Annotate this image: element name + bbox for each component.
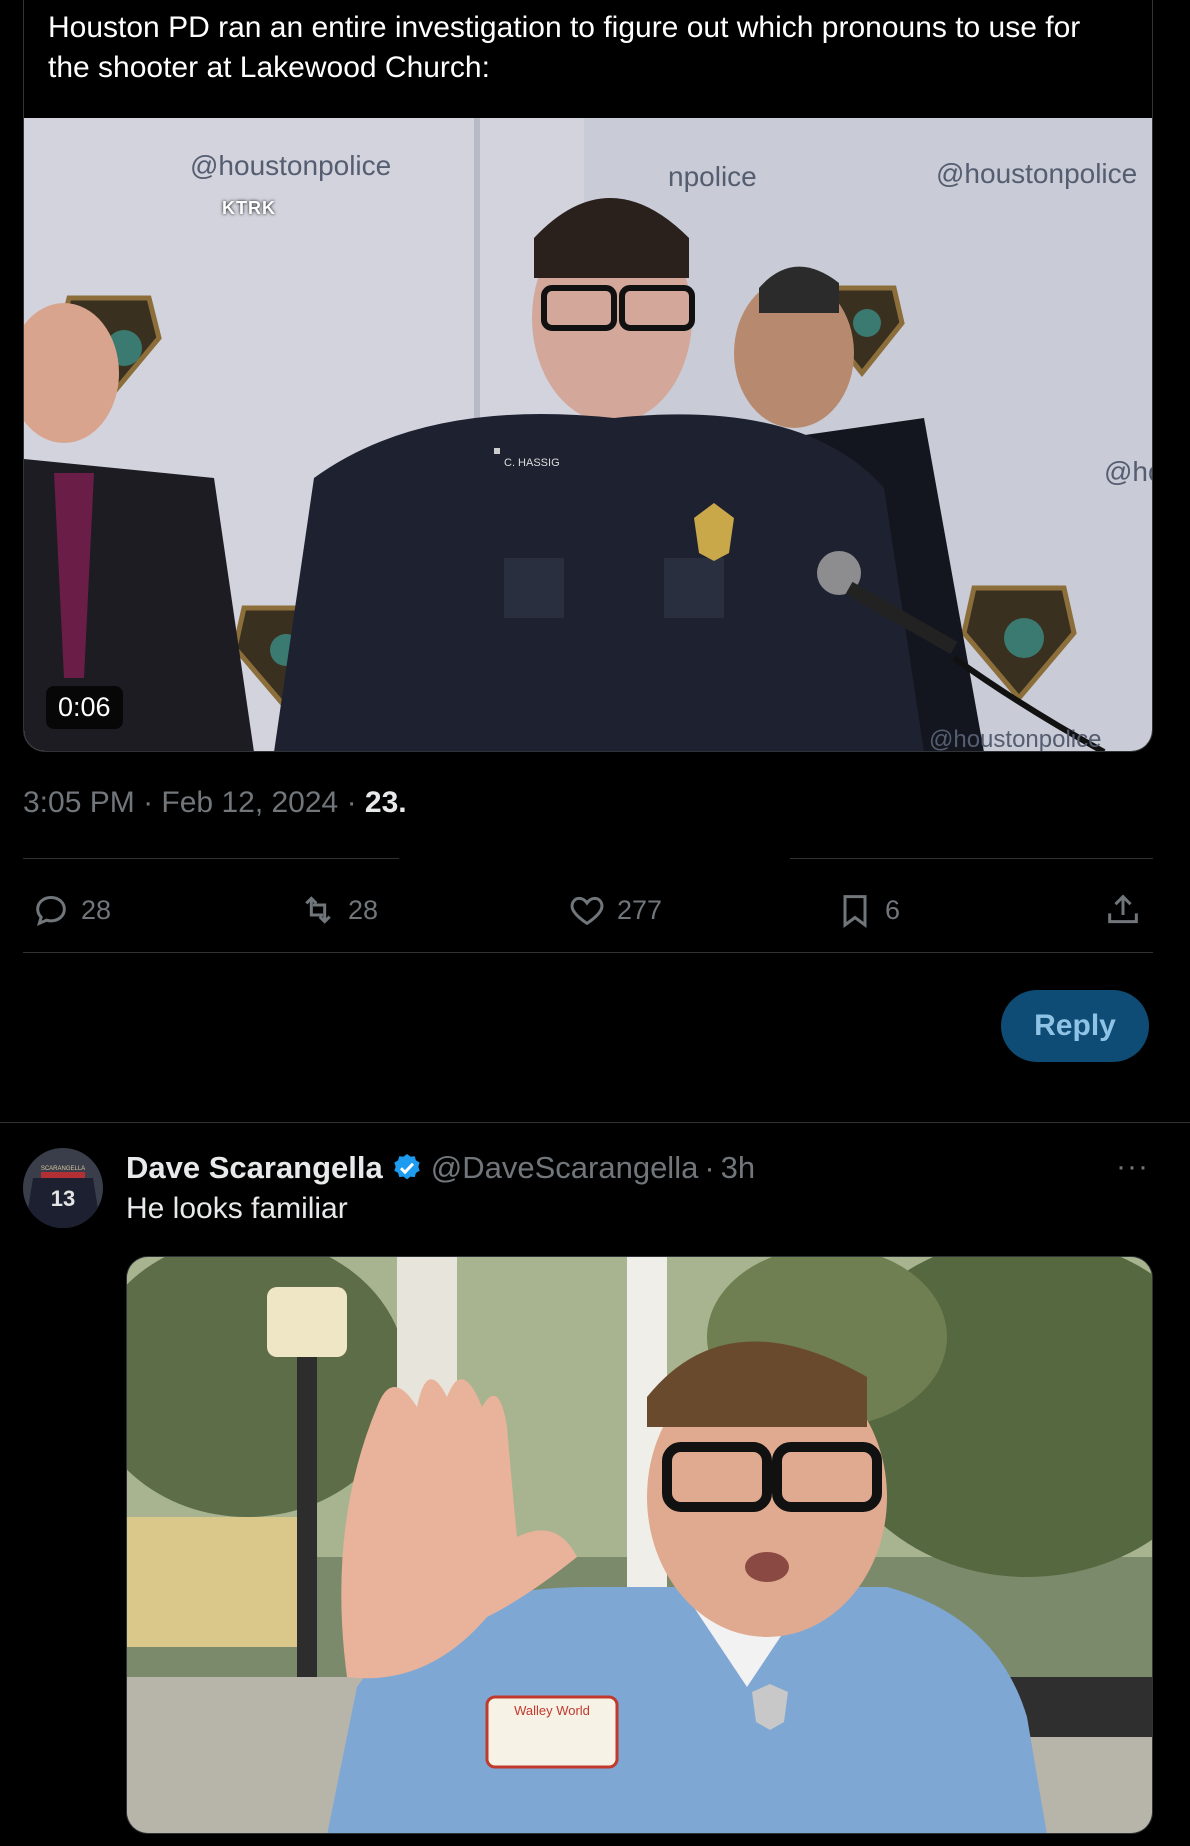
author-handle[interactable]: @DaveScarangella <box>431 1150 699 1186</box>
like-count: 277 <box>617 894 663 925</box>
walley-world-patch: Walley World <box>514 1703 590 1718</box>
quoted-tweet-text: Houston PD ran an entire investigation t… <box>23 0 1153 118</box>
like-action[interactable]: 277 <box>567 880 662 940</box>
reply-age[interactable]: 3h <box>721 1150 755 1186</box>
divider <box>23 858 399 859</box>
bookmark-icon <box>843 895 867 928</box>
wall-handle-center: npolice <box>668 161 757 192</box>
wall-handle-right: @houstonpolice <box>936 158 1138 189</box>
reply-photo: Walley World <box>127 1257 1152 1833</box>
action-bar: 28 28 277 6 <box>23 880 1153 940</box>
bookmark-count: 6 <box>885 894 901 925</box>
wall-handle-bottom: @houstonpolice <box>929 726 1102 752</box>
bookmark-action[interactable]: 6 <box>835 880 900 940</box>
share-action[interactable] <box>1103 880 1153 940</box>
meta-separator: · <box>346 786 357 819</box>
verified-icon <box>394 1154 420 1180</box>
avatar-jersey-name: SCARANGELLA <box>41 1166 85 1172</box>
more-options-icon[interactable]: ··· <box>1116 1150 1149 1184</box>
reply-count: 28 <box>81 894 112 925</box>
meta-separator: · <box>704 1150 715 1185</box>
meta-separator: · <box>143 786 154 819</box>
avatar[interactable]: SCARANGELLA 13 <box>23 1148 103 1228</box>
video-player[interactable]: C. HASSIG @houstonpolice npolice @housto… <box>23 118 1153 752</box>
reply-button[interactable]: Reply <box>1001 990 1149 1062</box>
repost-count: 28 <box>348 894 379 925</box>
repost-icon <box>305 896 331 924</box>
repost-action[interactable]: 28 <box>298 880 378 940</box>
divider <box>0 1122 1190 1123</box>
divider <box>23 952 1153 953</box>
tweet-date[interactable]: Feb 12, 2024 <box>161 786 338 819</box>
name-tag: C. HASSIG <box>504 457 560 469</box>
video-frame: C. HASSIG <box>24 118 1152 751</box>
avatar-image: SCARANGELLA 13 <box>23 1148 103 1228</box>
reply-image[interactable]: Walley World <box>126 1256 1153 1834</box>
heart-icon <box>570 896 604 926</box>
avatar-jersey-number: 13 <box>51 1186 75 1211</box>
ktrk-watermark: KTRK <box>222 198 276 218</box>
tweet-views[interactable]: 23. <box>365 786 407 819</box>
reply-icon <box>36 895 66 926</box>
share-icon <box>1108 894 1138 924</box>
reply-action[interactable]: 28 <box>31 880 111 940</box>
divider <box>790 858 1153 859</box>
tweet-time[interactable]: 3:05 PM <box>23 786 135 819</box>
author-name[interactable]: Dave Scarangella <box>126 1150 383 1186</box>
tweet-meta: 3:05 PM · Feb 12, 2024 · 23. <box>23 786 407 820</box>
quoted-tweet-line-2: the shooter at Lakewood Church: <box>48 51 490 84</box>
reply-author[interactable]: Dave Scarangella @DaveScarangella · 3h <box>126 1148 755 1188</box>
quoted-tweet-line-1: Houston PD ran an entire investigation t… <box>48 11 1081 44</box>
wall-handle-edge: @ho <box>1104 456 1152 487</box>
reply-text: He looks familiar <box>126 1192 348 1225</box>
wall-handle-left: @houstonpolice <box>190 150 392 181</box>
video-duration: 0:06 <box>46 686 123 729</box>
